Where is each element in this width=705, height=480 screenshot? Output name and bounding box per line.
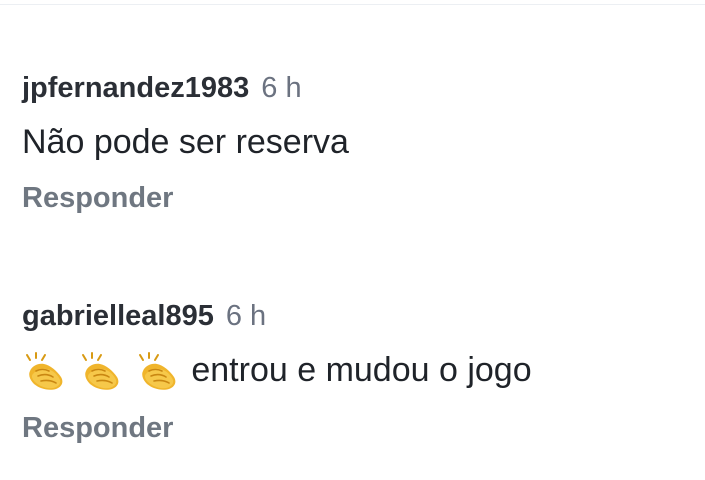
clapping-hands-icon: [135, 352, 183, 392]
comment-time: 6 h: [261, 72, 302, 104]
comment-text: entrou e mudou o jogo: [191, 351, 532, 389]
comment-item: jpfernandez1983 6 h Não pode ser reserva…: [22, 70, 685, 216]
reply-button[interactable]: Responder: [22, 410, 173, 446]
comment-username[interactable]: gabrielleal895: [22, 298, 214, 334]
top-divider: [0, 4, 705, 5]
clapping-hands-icon: [78, 352, 126, 392]
comment-meta: jpfernandez1983 6 h: [22, 70, 685, 106]
comment-text-row: entrou e mudou o jogo: [22, 350, 685, 392]
comment-text: Não pode ser reserva: [22, 123, 349, 161]
comment-item: gabrielleal895 6 h entrou e mudou o jogo…: [22, 298, 685, 446]
comment-username[interactable]: jpfernandez1983: [22, 70, 249, 106]
comment-time: 6 h: [225, 300, 267, 332]
clapping-hands-icon: [22, 352, 70, 392]
reply-button[interactable]: Responder: [22, 180, 173, 216]
comment-meta: gabrielleal895 6 h: [22, 298, 685, 334]
